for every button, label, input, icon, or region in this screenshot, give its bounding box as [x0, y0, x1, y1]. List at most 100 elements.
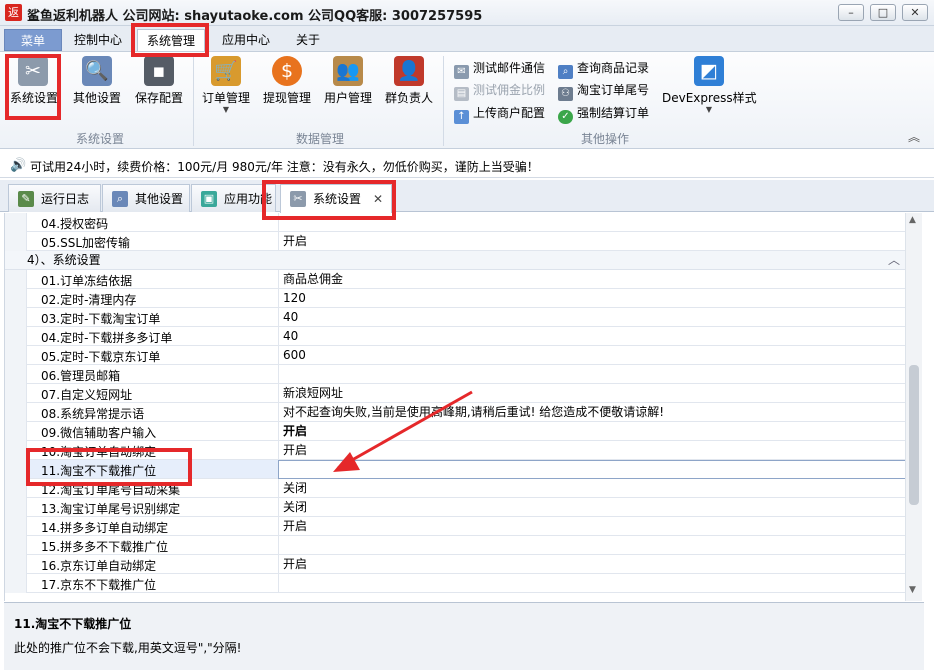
property-value[interactable]	[278, 574, 908, 593]
app-logo-icon: 返	[5, 4, 22, 21]
property-value[interactable]	[278, 365, 908, 384]
doc-tab-app-functions[interactable]: ▣ 应用功能	[191, 184, 276, 212]
window-title: 鲨鱼返利机器人 公司网站: shayutaoke.com 公司QQ客服: 300…	[27, 9, 483, 24]
property-grid: 04.授权密码 05.SSL加密传输 开启 4）、系统设置 ︿ 01.订单冻结依据…	[4, 213, 922, 601]
system-settings-label: 系统设置	[10, 91, 59, 105]
property-value[interactable]: 关闭	[278, 479, 908, 498]
scroll-up-icon[interactable]: ▲	[909, 215, 916, 225]
test-commission-button[interactable]: ▤ 测试佣金比例	[454, 80, 546, 101]
scroll-thumb[interactable]	[909, 365, 919, 505]
row-indent	[5, 460, 27, 479]
property-value[interactable]: 开启	[278, 232, 908, 251]
row-indent	[5, 384, 27, 403]
property-name: 07.自定义短网址	[41, 388, 133, 402]
doc-tab-run-log[interactable]: ✎ 运行日志	[8, 184, 101, 212]
tab-menu[interactable]: 菜单	[4, 29, 62, 51]
test-email-button[interactable]: ✉ 测试邮件通信	[454, 58, 545, 79]
grid-row[interactable]: 15.拼多多不下载推广位	[5, 536, 908, 555]
grid-row[interactable]: 13.淘宝订单尾号识别绑定 关闭	[5, 498, 908, 517]
property-value[interactable]: 对不起查询失败,当前是使用高峰期,请稍后重试! 给您造成不便敬请谅解!	[278, 403, 908, 422]
ribbon-collapse-icon[interactable]: ︽	[908, 128, 920, 145]
doc-tab-other-settings[interactable]: ⌕ 其他设置	[102, 184, 190, 212]
property-value[interactable]: 开启	[278, 441, 908, 460]
system-settings-button[interactable]: ✂ 系统设置	[10, 56, 59, 114]
doc-tab-system-settings[interactable]: ✂ 系统设置 ✕	[280, 184, 392, 213]
grid-row[interactable]: 08.系统异常提示语 对不起查询失败,当前是使用高峰期,请稍后重试! 给您造成不便…	[5, 403, 908, 422]
grid-row-selected[interactable]: 11.淘宝不下载推广位	[5, 460, 908, 479]
ribbon-toolbar: ✂ 系统设置 🔍 其他设置 ▪ 保存配置 系统设置 🛒 订单管理 ▼ $ 提现管…	[0, 51, 934, 149]
grid-row[interactable]: 02.定时-清理内存 120	[5, 289, 908, 308]
tab-control-center[interactable]: 控制中心	[64, 29, 132, 51]
grid-row[interactable]: 05.定时-下载京东订单 600	[5, 346, 908, 365]
grid-row[interactable]: 04.授权密码	[5, 213, 908, 232]
save-config-button[interactable]: ▪ 保存配置	[132, 56, 186, 114]
document-search-icon: 🔍	[82, 56, 112, 86]
grid-row[interactable]: 05.SSL加密传输 开启	[5, 232, 908, 251]
property-name: 12.淘宝订单尾号自动采集	[41, 483, 181, 497]
test-commission-label: 测试佣金比例	[473, 83, 546, 97]
grid-row[interactable]: 16.京东订单自动绑定 开启	[5, 555, 908, 574]
query-product-records-button[interactable]: ⌕ 查询商品记录	[558, 58, 649, 79]
notice-text: 可试用24小时，续费价格：100元/月 980元/年 注意：没有永久，勿低价购买…	[30, 160, 539, 174]
property-value[interactable]: 120	[278, 289, 908, 308]
property-value[interactable]: 新浪短网址	[278, 384, 908, 403]
property-name: 08.系统异常提示语	[41, 407, 145, 421]
grid-row[interactable]: 04.定时-下载拼多多订单 40	[5, 327, 908, 346]
other-settings-button[interactable]: 🔍 其他设置	[70, 56, 124, 114]
property-name: 05.定时-下载京东订单	[41, 350, 161, 364]
property-value[interactable]	[278, 213, 908, 232]
property-value[interactable]	[278, 536, 908, 555]
property-value[interactable]: 开启	[278, 517, 908, 536]
grid-row[interactable]: 09.微信辅助客户输入 开启	[5, 422, 908, 441]
tab-system-management[interactable]: 系统管理	[137, 29, 205, 51]
devexpress-style-button[interactable]: ◩ DevExpress样式 ▼	[662, 56, 757, 114]
property-value[interactable]: 关闭	[278, 498, 908, 517]
property-value-input[interactable]	[278, 460, 908, 479]
grid-row[interactable]: 12.淘宝订单尾号自动采集 关闭	[5, 479, 908, 498]
tab-about[interactable]: 关于	[284, 29, 332, 51]
grid-row[interactable]: 03.定时-下载淘宝订单 40	[5, 308, 908, 327]
property-value[interactable]: 开启	[278, 555, 908, 574]
property-value[interactable]: 开启	[278, 422, 908, 441]
close-tab-icon[interactable]: ✕	[373, 185, 383, 213]
grid-row[interactable]: 10.淘宝订单自动绑定 开启	[5, 441, 908, 460]
grid-row[interactable]: 01.订单冻结依据 商品总佣金	[5, 270, 908, 289]
title-bar: 返 鲨鱼返利机器人 公司网站: shayutaoke.com 公司QQ客服: 3…	[0, 0, 934, 26]
group-label-data: 数据管理	[295, 132, 344, 146]
property-value[interactable]: 600	[278, 346, 908, 365]
scroll-down-icon[interactable]: ▼	[909, 585, 916, 595]
order-management-button[interactable]: 🛒 订单管理 ▼	[200, 56, 252, 114]
force-settle-order-button[interactable]: ✓ 强制结算订单	[558, 103, 649, 124]
tab-application-center[interactable]: 应用中心	[212, 29, 280, 51]
row-indent	[5, 289, 27, 308]
property-name: 05.SSL加密传输	[41, 236, 131, 250]
grid-row[interactable]: 06.管理员邮箱	[5, 365, 908, 384]
property-name: 02.定时-清理内存	[41, 293, 137, 307]
user-management-label: 用户管理	[323, 91, 372, 105]
property-name: 14.拼多多订单自动绑定	[41, 521, 169, 535]
minimize-button[interactable]: –	[838, 4, 864, 21]
collapse-chevron-icon[interactable]: ︿	[888, 251, 900, 270]
withdraw-management-button[interactable]: $ 提现管理	[261, 56, 313, 114]
upload-arrow-icon: ↑	[454, 110, 469, 124]
grid-row[interactable]: 07.自定义短网址 新浪短网址	[5, 384, 908, 403]
maximize-button[interactable]: □	[870, 4, 896, 21]
row-indent	[5, 403, 27, 422]
vertical-scrollbar[interactable]: ▲ ▼	[905, 213, 922, 601]
group-leader-button[interactable]: 👤 群负责人	[383, 56, 435, 114]
doc-tab-label: 系统设置	[313, 192, 362, 206]
taobao-order-suffix-button[interactable]: ⚇ 淘宝订单尾号	[558, 80, 649, 101]
property-value[interactable]: 商品总佣金	[278, 270, 908, 289]
property-name: 03.定时-下载淘宝订单	[41, 312, 161, 326]
user-management-button[interactable]: 👥 用户管理	[322, 56, 374, 114]
save-config-label: 保存配置	[134, 91, 183, 105]
property-value[interactable]: 40	[278, 308, 908, 327]
row-indent	[5, 441, 27, 460]
grid-row[interactable]: 14.拼多多订单自动绑定 开启	[5, 517, 908, 536]
category-row-system-settings[interactable]: 4）、系统设置 ︿	[5, 251, 908, 270]
document-search-icon: ⌕	[112, 191, 128, 207]
close-window-button[interactable]: ✕	[902, 4, 928, 21]
upload-merchant-config-button[interactable]: ↑ 上传商户配置	[454, 103, 545, 124]
property-value[interactable]: 40	[278, 327, 908, 346]
grid-row[interactable]: 17.京东不下载推广位	[5, 574, 908, 593]
